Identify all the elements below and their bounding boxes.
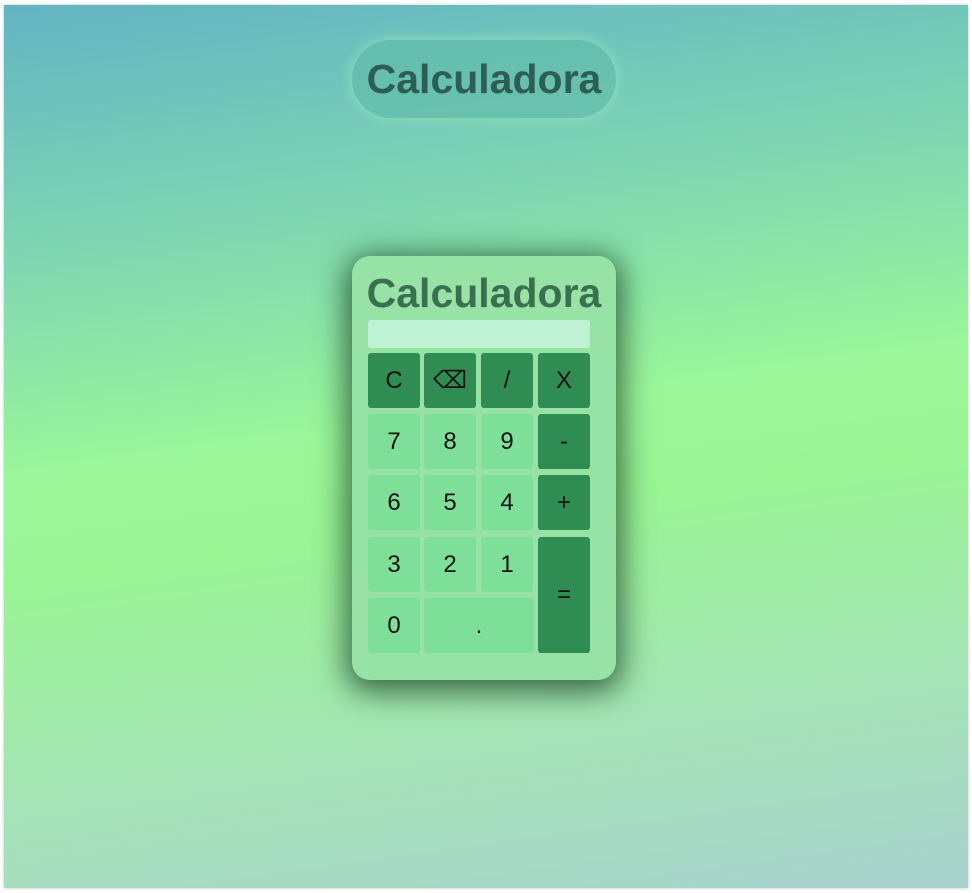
equals-button[interactable]: = bbox=[538, 537, 590, 653]
digit-2-button[interactable]: 2 bbox=[424, 537, 476, 592]
divide-button[interactable]: / bbox=[481, 353, 533, 408]
digit-6-button[interactable]: 6 bbox=[368, 475, 420, 530]
digit-0-button[interactable]: 0 bbox=[368, 598, 420, 653]
calculator-title: Calculadora bbox=[366, 270, 602, 316]
multiply-button[interactable]: X bbox=[538, 353, 590, 408]
digit-4-button[interactable]: 4 bbox=[481, 475, 533, 530]
digit-9-button[interactable]: 9 bbox=[481, 414, 533, 469]
digit-5-button[interactable]: 5 bbox=[424, 475, 476, 530]
calculator: Calculadora C ⌫ / X 7 8 9 - 6 5 4 + 3 2 … bbox=[352, 256, 616, 680]
decimal-button[interactable]: . bbox=[424, 598, 534, 653]
digit-8-button[interactable]: 8 bbox=[424, 414, 476, 469]
digit-1-button[interactable]: 1 bbox=[481, 537, 533, 592]
clear-button[interactable]: C bbox=[368, 353, 420, 408]
plus-button[interactable]: + bbox=[538, 475, 590, 530]
digit-3-button[interactable]: 3 bbox=[368, 537, 420, 592]
page-background: Calculadora Calculadora C ⌫ / X 7 8 9 - … bbox=[4, 5, 968, 888]
minus-button[interactable]: - bbox=[538, 414, 590, 469]
backspace-button[interactable]: ⌫ bbox=[424, 353, 476, 408]
digit-7-button[interactable]: 7 bbox=[368, 414, 420, 469]
calculator-display[interactable] bbox=[368, 320, 590, 348]
page-title: Calculadora bbox=[352, 40, 616, 118]
